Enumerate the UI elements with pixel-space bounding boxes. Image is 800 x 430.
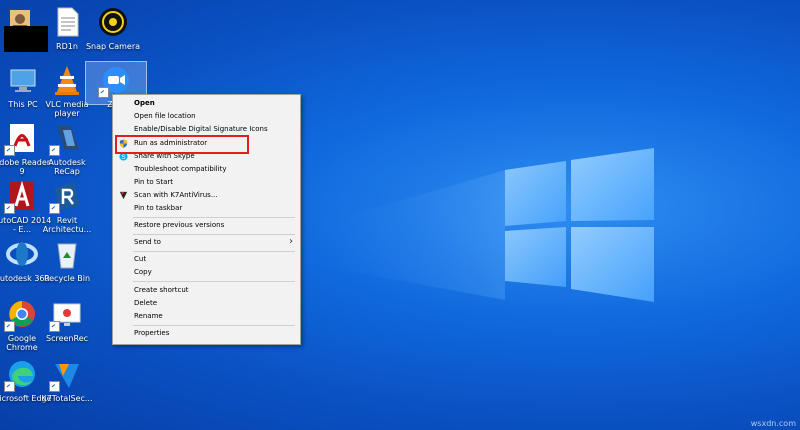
autodesk-360-icon: [4, 236, 40, 272]
shortcut-arrow-icon: [4, 145, 15, 156]
menu-item-cut[interactable]: Cut: [113, 253, 300, 266]
watermark: wsxdn.com: [750, 419, 796, 428]
menu-item-open[interactable]: Open: [113, 97, 300, 110]
shortcut-arrow-icon: [4, 381, 15, 392]
shortcut-arrow-icon: [98, 87, 109, 98]
desktop-icon-autodesk-recap[interactable]: Autodesk ReCap: [37, 120, 97, 176]
computer-icon: [5, 62, 41, 98]
menu-item-copy[interactable]: Copy: [113, 266, 300, 279]
menu-separator: [133, 325, 295, 326]
menu-item-rename[interactable]: Rename: [113, 310, 300, 323]
text-document-icon: [49, 4, 85, 40]
menu-item-open-file-location[interactable]: Open file location: [113, 110, 300, 123]
menu-item-troubleshoot-compatibility[interactable]: Troubleshoot compatibility: [113, 163, 300, 176]
svg-text:S: S: [121, 154, 125, 161]
vlc-cone-icon: [49, 62, 85, 98]
desktop-icon-screenrec[interactable]: ScreenRec: [37, 296, 97, 343]
menu-item-scan-with-k7[interactable]: Scan with K7AntiVirus...: [113, 189, 300, 202]
menu-separator: [133, 281, 295, 282]
menu-item-properties[interactable]: Properties: [113, 327, 300, 340]
revit-icon: [49, 178, 85, 214]
desktop-icon-snap-camera[interactable]: Snap Camera: [83, 4, 143, 51]
chrome-icon: [4, 296, 40, 332]
menu-item-restore-previous-versions[interactable]: Restore previous versions: [113, 219, 300, 232]
shortcut-arrow-icon: [4, 203, 15, 214]
menu-item-delete[interactable]: Delete: [113, 297, 300, 310]
edge-icon: [4, 356, 40, 392]
shortcut-arrow-icon: [49, 203, 60, 214]
shortcut-arrow-icon: [49, 145, 60, 156]
shortcut-arrow-icon: [49, 381, 60, 392]
acrobat-icon: [4, 120, 40, 156]
recap-icon: [49, 120, 85, 156]
menu-separator: [133, 234, 295, 235]
desktop-icon-revit[interactable]: Revit Architectu...: [37, 178, 97, 234]
menu-item-pin-to-taskbar[interactable]: Pin to taskbar: [113, 202, 300, 215]
desktop-icon-recycle-bin[interactable]: Recycle Bin: [37, 236, 97, 283]
context-menu: Open Open file location Enable/Disable D…: [112, 94, 301, 345]
menu-item-send-to[interactable]: Send to ›: [113, 236, 300, 249]
menu-separator: [133, 217, 295, 218]
autocad-icon: [4, 178, 40, 214]
k7-icon: [119, 191, 128, 200]
recycle-bin-icon: [49, 236, 85, 272]
menu-separator: [133, 251, 295, 252]
shortcut-arrow-icon: [4, 321, 15, 332]
highlight-box: [115, 135, 249, 154]
chevron-right-icon: ›: [289, 236, 293, 247]
menu-item-pin-to-start[interactable]: Pin to Start: [113, 176, 300, 189]
shortcut-arrow-icon: [49, 321, 60, 332]
screenrec-icon: [49, 296, 85, 332]
desktop-icon-k7[interactable]: K7TotalSec...: [37, 356, 97, 403]
snap-camera-icon: [95, 4, 131, 40]
menu-item-create-shortcut[interactable]: Create shortcut: [113, 284, 300, 297]
k7-icon: [49, 356, 85, 392]
